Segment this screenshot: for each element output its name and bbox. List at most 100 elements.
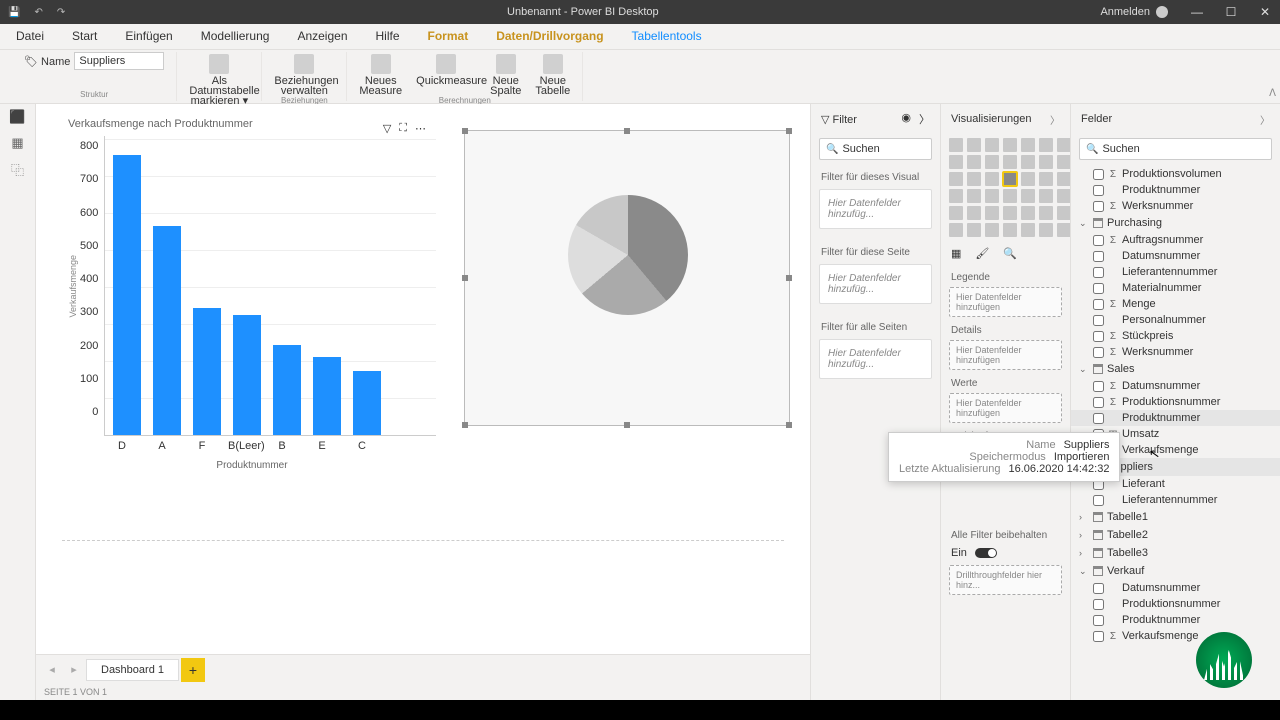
vis-type-icon[interactable] [1057,189,1070,203]
vis-type-icon[interactable] [1039,206,1053,220]
field-item[interactable]: Produktnummer [1071,612,1280,628]
filter-drop-page[interactable]: Hier Datenfelder hinzufüg... [819,264,932,304]
page-next-button[interactable]: ▸ [64,660,84,680]
tab-datei[interactable]: Datei [12,25,48,49]
vis-type-icon[interactable] [1021,223,1035,237]
bar[interactable] [193,308,221,435]
data-view-icon[interactable]: ▦ [10,136,26,150]
selection-handle[interactable] [624,422,630,428]
selection-handle[interactable] [462,422,468,428]
quick-measure-button[interactable]: Quickmeasure [416,54,476,86]
vis-type-icon[interactable] [1021,172,1035,186]
visual-focus-icon[interactable]: ⛶ [399,122,407,135]
model-view-icon[interactable]: ⿻ [10,162,26,176]
details-drop[interactable]: Hier Datenfelder hinzufügen [949,340,1062,370]
field-table[interactable]: ⌄Verkauf [1071,562,1280,580]
vis-type-icon[interactable] [985,223,999,237]
field-table[interactable]: ›Tabelle2 [1071,526,1280,544]
report-canvas[interactable]: Verkaufsmenge nach Produktnummer ▽ ⛶ ⋯ V… [36,104,810,654]
vis-type-icon[interactable] [985,155,999,169]
table-name-input[interactable] [74,52,164,70]
fields-tab-icon[interactable]: ▦ [951,247,961,260]
values-drop[interactable]: Hier Datenfelder hinzufügen [949,393,1062,423]
bar[interactable] [353,371,381,435]
filter-drop-visual[interactable]: Hier Datenfelder hinzufüg... [819,189,932,229]
vis-collapse-icon[interactable]: 〉 [1050,112,1060,127]
vis-type-icon[interactable] [1039,189,1053,203]
redo-icon[interactable]: ↷ [57,7,65,18]
field-item[interactable]: Lieferantennummer [1071,264,1280,280]
vis-type-icon[interactable] [1003,206,1017,220]
selection-handle[interactable] [462,128,468,134]
visual-filter-icon[interactable]: ▽ [383,122,391,135]
bar[interactable] [233,315,261,435]
selection-handle[interactable] [462,275,468,281]
vis-type-icon[interactable] [1039,223,1053,237]
vis-type-icon[interactable] [949,206,963,220]
field-item[interactable]: Personalnummer [1071,312,1280,328]
report-view-icon[interactable]: ⬛ [10,110,26,124]
field-item[interactable]: ΣVerkaufsmenge [1071,628,1280,644]
minimize-button[interactable]: — [1182,0,1212,24]
vis-type-icon[interactable] [1057,223,1070,237]
vis-type-icon[interactable] [1021,189,1035,203]
drillthrough-drop[interactable]: Drillthroughfelder hier hinz... [949,565,1062,595]
new-table-button[interactable]: NeueTabelle [535,54,570,96]
vis-type-icon[interactable] [1039,138,1053,152]
vis-type-icon[interactable] [949,138,963,152]
bar[interactable] [313,357,341,435]
vis-type-icon[interactable] [967,206,981,220]
visual-more-icon[interactable]: ⋯ [415,122,426,135]
fields-search-input[interactable]: 🔍 Suchen [1079,138,1272,160]
field-item[interactable]: Produktnummer [1071,410,1280,426]
vis-type-icon[interactable] [949,223,963,237]
field-table[interactable]: ⌄Sales [1071,360,1280,378]
vis-type-icon[interactable] [1003,223,1017,237]
fields-collapse-icon[interactable]: 〉 [1260,112,1270,127]
signin-button[interactable]: Anmelden [1100,6,1168,18]
legend-drop[interactable]: Hier Datenfelder hinzufügen [949,287,1062,317]
field-item[interactable]: Produktionsnummer [1071,596,1280,612]
field-item[interactable]: Produktnummer [1071,182,1280,198]
bar[interactable] [273,345,301,435]
new-column-button[interactable]: NeueSpalte [490,54,521,96]
vis-type-icon[interactable] [985,189,999,203]
mark-date-table-button[interactable]: Als Datumstabellemarkieren ▾ [189,54,249,106]
field-table[interactable]: ›Tabelle1 [1071,508,1280,526]
tab-format[interactable]: Format [424,25,473,49]
maximize-button[interactable]: ☐ [1216,0,1246,24]
tab-start[interactable]: Start [68,25,101,49]
field-item[interactable]: Lieferantennummer [1071,492,1280,508]
tab-hilfe[interactable]: Hilfe [372,25,404,49]
field-item[interactable]: Datumsnummer [1071,580,1280,596]
field-item[interactable]: ΣProduktionsvolumen [1071,166,1280,182]
vis-type-icon[interactable] [985,138,999,152]
field-item[interactable]: ΣWerksnummer [1071,198,1280,214]
vis-type-icon[interactable] [967,189,981,203]
collapse-ribbon-icon[interactable]: ᐱ [1269,88,1276,99]
filter-search-input[interactable]: 🔍 Suchen [819,138,932,160]
filter-collapse-icon[interactable]: 〉 [919,111,930,127]
vis-type-icon[interactable] [1057,138,1070,152]
field-item[interactable]: ΣWerksnummer [1071,344,1280,360]
vis-type-icon[interactable] [949,172,963,186]
page-tab[interactable]: Dashboard 1 [86,659,179,681]
vis-type-icon[interactable] [1021,206,1035,220]
vis-type-icon[interactable] [967,138,981,152]
vis-type-icon[interactable] [967,223,981,237]
new-measure-button[interactable]: NeuesMeasure [359,54,402,96]
selection-handle[interactable] [786,275,792,281]
manage-relationships-button[interactable]: Beziehungenverwalten [274,54,334,96]
analytics-tab-icon[interactable]: 🔍 [1003,247,1017,260]
selection-handle[interactable] [786,128,792,134]
pie-chart-visual[interactable] [464,130,790,426]
vis-type-icon[interactable] [967,172,981,186]
tab-daten-drill[interactable]: Daten/Drillvorgang [492,25,607,49]
vis-type-icon[interactable] [1039,155,1053,169]
selection-handle[interactable] [786,422,792,428]
bar-chart-visual[interactable]: Verkaufsmenge nach Produktnummer ▽ ⛶ ⋯ V… [68,118,436,474]
vis-type-icon[interactable] [1039,172,1053,186]
close-button[interactable]: ✕ [1250,0,1280,24]
field-table[interactable]: ⌄Purchasing [1071,214,1280,232]
vis-type-icon[interactable] [1021,155,1035,169]
